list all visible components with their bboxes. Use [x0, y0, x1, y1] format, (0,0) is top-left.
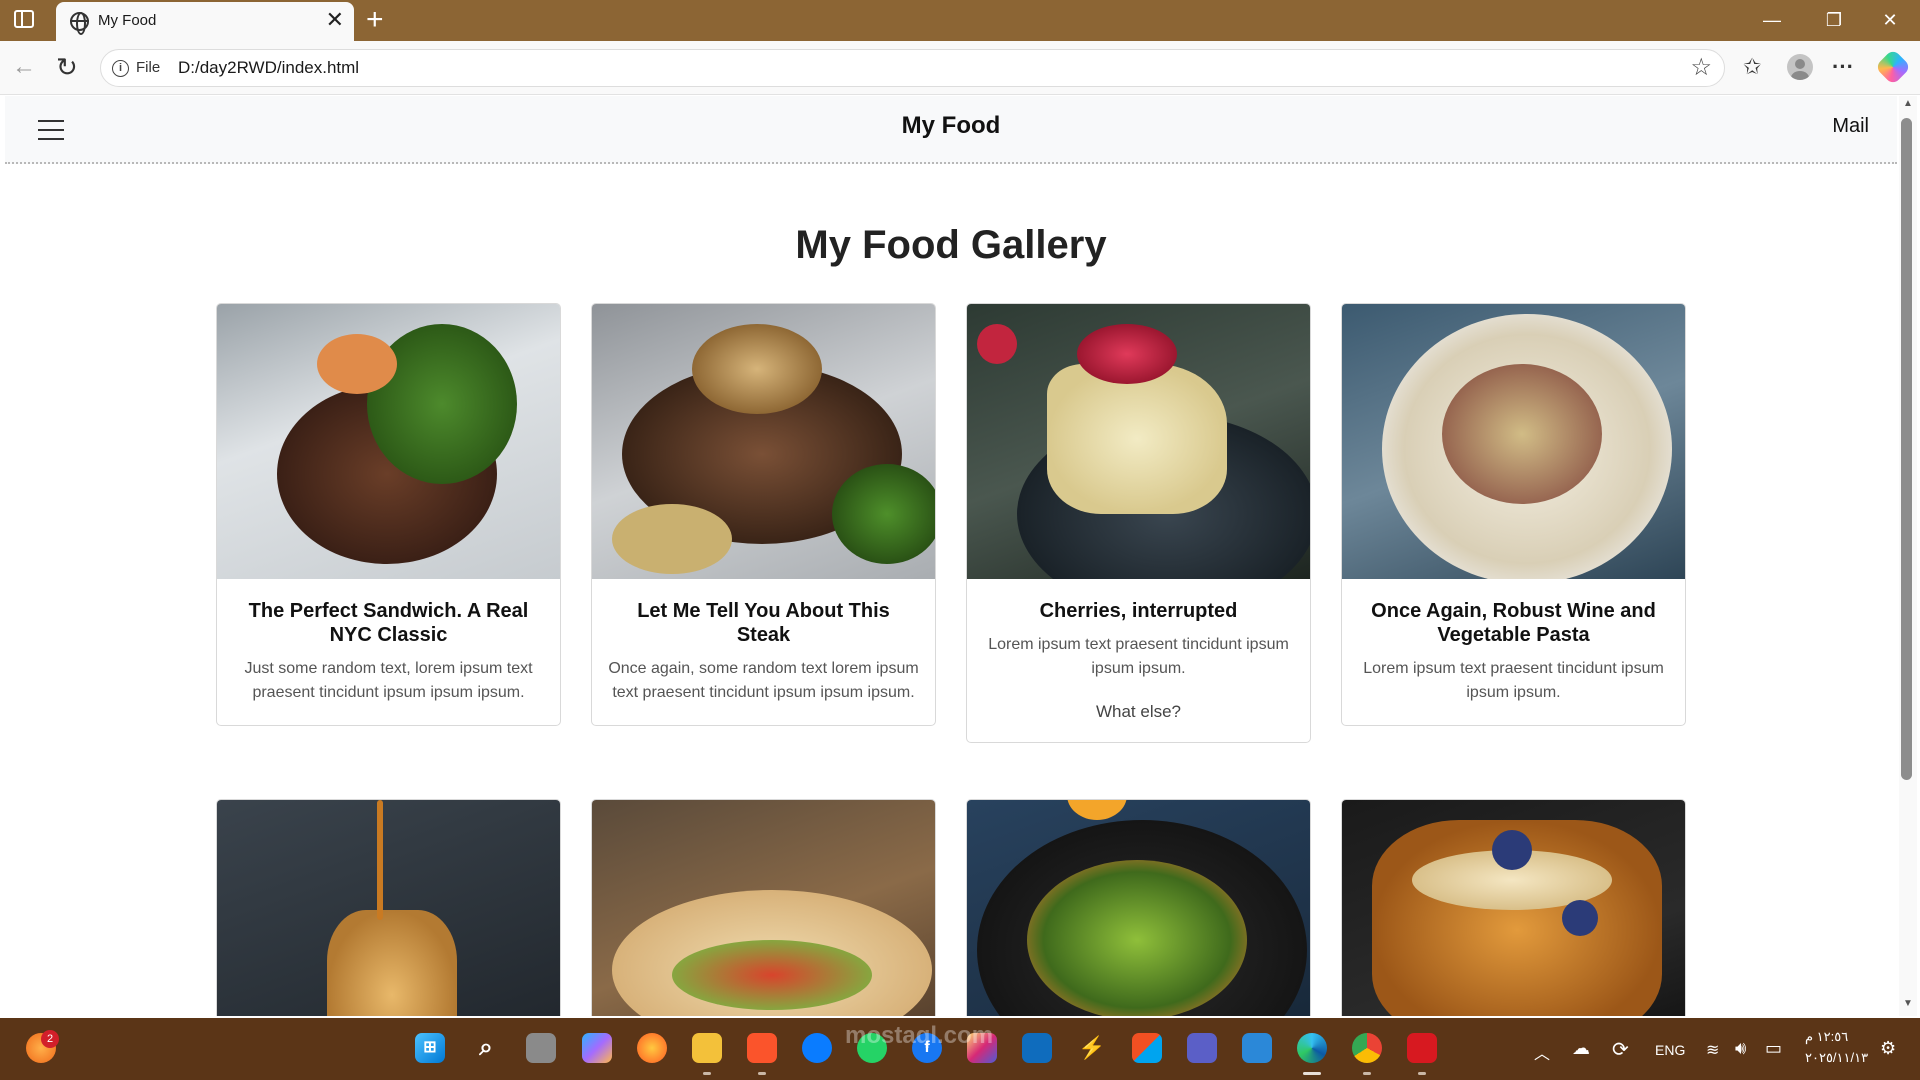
site-navbar: My Food Mail	[5, 96, 1897, 164]
food-photo-steak-plate	[217, 304, 560, 579]
food-card: Let Me Tell You About This Steak Once ag…	[591, 303, 936, 726]
acrobat-icon[interactable]	[1407, 1033, 1437, 1063]
card-title: Cherries, interrupted	[1039, 600, 1238, 622]
card-extra-text: What else?	[1095, 702, 1182, 721]
food-photo-french-toast	[1342, 800, 1685, 1016]
food-card	[216, 799, 561, 1016]
vscode-icon[interactable]	[1242, 1033, 1272, 1063]
notification-badge: 2	[41, 1030, 59, 1048]
sidebar-toggle-icon[interactable]	[14, 10, 34, 28]
more-icon[interactable]: ···	[1832, 53, 1854, 81]
food-photo-pancakes	[217, 800, 560, 1016]
settings-gear-icon[interactable]: ⚙	[1880, 1038, 1896, 1059]
clock-date[interactable]: ٢٠٢٥/١١/١٣	[1805, 1050, 1868, 1066]
brave-icon[interactable]	[747, 1033, 777, 1063]
browser-tab[interactable]: My Food ✕	[56, 2, 354, 41]
volume-icon[interactable]: 🔊︎	[1735, 1038, 1746, 1059]
globe-icon	[70, 12, 89, 35]
store-icon[interactable]	[1132, 1033, 1162, 1063]
running-indicator	[758, 1072, 766, 1075]
firefox-icon[interactable]	[637, 1033, 667, 1063]
site-brand[interactable]: My Food	[5, 112, 1897, 140]
mail-link[interactable]: Mail	[1832, 115, 1869, 138]
card-text: Just some random text, lorem ipsum text …	[244, 660, 533, 701]
wifi-icon[interactable]: ≋	[1706, 1040, 1719, 1060]
scroll-up-icon[interactable]: ▲	[1899, 98, 1917, 109]
battery-icon[interactable]: ▭	[1765, 1038, 1782, 1059]
card-text: Once again, some random text lorem ipsum…	[608, 660, 919, 701]
running-indicator	[703, 1072, 711, 1075]
messenger-icon[interactable]	[802, 1033, 832, 1063]
food-card: Once Again, Robust Wine and Vegetable Pa…	[1341, 303, 1686, 726]
food-card	[966, 799, 1311, 1016]
tab-title: My Food	[98, 12, 157, 29]
gallery-title: My Food Gallery	[795, 223, 1107, 267]
card-title: Let Me Tell You About This Steak	[637, 600, 890, 646]
card-text: Lorem ipsum text praesent tincidunt ipsu…	[1363, 660, 1664, 701]
food-card: The Perfect Sandwich. A Real NYC Classic…	[216, 303, 561, 726]
power-automate-icon[interactable]: ⚡	[1077, 1033, 1107, 1063]
browser-toolbar: ← ↻ i File D:/day2RWD/index.html ☆ ✩ ···	[0, 41, 1920, 95]
back-icon[interactable]: ←	[12, 53, 36, 81]
chevron-up-icon[interactable]: ︿	[1534, 1040, 1550, 1064]
address-bar[interactable]: i File D:/day2RWD/index.html ☆	[100, 49, 1725, 87]
address-prefix: File	[136, 59, 161, 76]
language-indicator[interactable]: ENG	[1655, 1042, 1685, 1058]
outlook-icon[interactable]	[1022, 1033, 1052, 1063]
food-card	[1341, 799, 1686, 1016]
chrome-icon[interactable]	[1352, 1033, 1382, 1063]
copilot-app-icon[interactable]	[582, 1033, 612, 1063]
favorite-star-icon[interactable]: ☆	[1690, 54, 1712, 82]
food-photo-grilled-steak	[592, 304, 935, 579]
address-url[interactable]: D:/day2RWD/index.html	[178, 58, 359, 78]
scrollbar-thumb[interactable]	[1901, 118, 1912, 780]
edge-icon[interactable]	[1297, 1033, 1327, 1063]
new-tab-icon[interactable]: +	[366, 3, 384, 37]
watermark-text: mostaql.com	[845, 1022, 994, 1049]
start-icon[interactable]: ⊞	[415, 1033, 445, 1063]
card-title: Once Again, Robust Wine and Vegetable Pa…	[1371, 600, 1656, 646]
clock-time[interactable]: ١٢:٥٦ م	[1805, 1029, 1848, 1045]
food-photo-salad	[967, 800, 1310, 1016]
food-photo-tacos	[592, 800, 935, 1016]
card-text: Lorem ipsum text praesent tincidunt ipsu…	[988, 636, 1289, 677]
info-icon[interactable]: i	[112, 60, 129, 77]
food-photo-cherry-cake	[967, 304, 1310, 579]
food-card	[591, 799, 936, 1016]
window-close-icon[interactable]: ✕	[1870, 6, 1910, 34]
task-view-icon[interactable]	[526, 1033, 556, 1063]
active-indicator	[1303, 1072, 1321, 1075]
tab-close-icon[interactable]: ✕	[326, 8, 344, 32]
teams-icon[interactable]	[1187, 1033, 1217, 1063]
favorites-icon[interactable]: ✩	[1743, 53, 1761, 81]
food-card: Cherries, interrupted Lorem ipsum text p…	[966, 303, 1311, 743]
sync-icon[interactable]: ⟳	[1612, 1037, 1629, 1062]
restore-icon[interactable]: ❐	[1814, 6, 1854, 34]
food-photo-pasta	[1342, 304, 1685, 579]
running-indicator	[1363, 1072, 1371, 1075]
scroll-down-icon[interactable]: ▼	[1899, 998, 1917, 1009]
card-title: The Perfect Sandwich. A Real NYC Classic	[248, 600, 529, 646]
reload-icon[interactable]: ↻	[56, 52, 78, 82]
onedrive-icon[interactable]: ☁	[1572, 1038, 1590, 1059]
search-icon[interactable]: ⌕	[471, 1033, 501, 1063]
running-indicator	[1418, 1072, 1426, 1075]
minimize-icon[interactable]: —	[1752, 6, 1792, 34]
file-explorer-icon[interactable]	[692, 1033, 722, 1063]
web-page: My Food Mail My Food Gallery The Perfect…	[5, 96, 1897, 1016]
profile-avatar-icon[interactable]	[1787, 54, 1813, 80]
browser-title-bar: My Food ✕ + — ❐ ✕	[0, 0, 1920, 41]
